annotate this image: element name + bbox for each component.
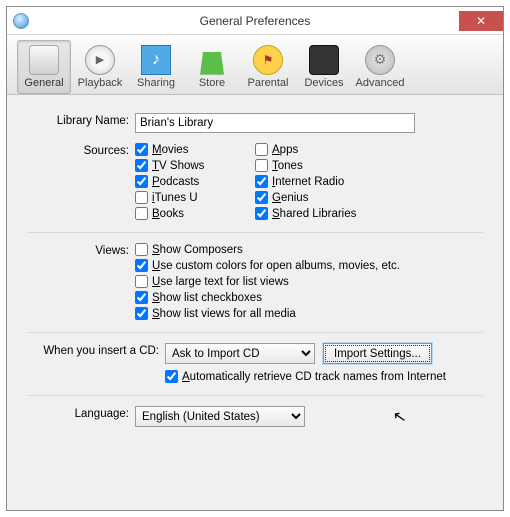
pref-tabs: General Playback Sharing Store Parental …	[7, 35, 503, 95]
tab-label: Playback	[78, 77, 123, 89]
view-show-composers[interactable]: Show Composers	[135, 243, 483, 256]
tab-sharing[interactable]: Sharing	[129, 40, 183, 94]
titlebar: General Preferences ✕	[7, 7, 503, 35]
separator	[27, 232, 483, 233]
view-large-text[interactable]: Use large text for list views	[135, 275, 483, 288]
source-genius[interactable]: Genius	[255, 191, 405, 204]
tab-advanced[interactable]: Advanced	[353, 40, 407, 94]
preferences-window: General Preferences ✕ General Playback S…	[6, 6, 504, 511]
sharing-icon	[141, 45, 171, 75]
tab-label: Parental	[248, 77, 289, 89]
separator	[27, 395, 483, 396]
source-tones[interactable]: Tones	[255, 159, 405, 172]
separator	[27, 332, 483, 333]
language-label: Language:	[27, 406, 135, 420]
tab-label: Store	[199, 77, 225, 89]
source-shared-libraries[interactable]: Shared Libraries	[255, 207, 405, 220]
tab-label: Devices	[304, 77, 343, 89]
tab-devices[interactable]: Devices	[297, 40, 351, 94]
general-icon	[29, 45, 59, 75]
store-icon	[197, 45, 227, 75]
close-button[interactable]: ✕	[459, 11, 503, 31]
source-apps[interactable]: Apps	[255, 143, 405, 156]
library-name-label: Library Name:	[27, 113, 135, 127]
view-custom-colors[interactable]: Use custom colors for open albums, movie…	[135, 259, 483, 272]
when-cd-label: When you insert a CD:	[27, 343, 165, 357]
source-movies[interactable]: Movies	[135, 143, 255, 156]
app-icon	[13, 13, 29, 29]
parental-icon	[253, 45, 283, 75]
source-podcasts[interactable]: Podcasts	[135, 175, 255, 188]
source-books[interactable]: Books	[135, 207, 255, 220]
import-settings-button[interactable]: Import Settings...	[323, 343, 432, 364]
tab-label: Sharing	[137, 77, 175, 89]
language-select[interactable]: English (United States)	[135, 406, 305, 427]
view-show-list-views[interactable]: Show list views for all media	[135, 307, 483, 320]
source-internet-radio[interactable]: Internet Radio	[255, 175, 405, 188]
source-tvshows[interactable]: TV Shows	[135, 159, 255, 172]
playback-icon	[85, 45, 115, 75]
window-title: General Preferences	[7, 14, 503, 28]
tab-label: General	[24, 77, 63, 89]
tab-store[interactable]: Store	[185, 40, 239, 94]
devices-icon	[309, 45, 339, 75]
advanced-icon	[365, 45, 395, 75]
library-name-input[interactable]	[135, 113, 415, 133]
tab-label: Advanced	[356, 77, 405, 89]
content-pane: Library Name: Sources: Movies Apps TV Sh…	[7, 95, 503, 510]
tab-playback[interactable]: Playback	[73, 40, 127, 94]
auto-retrieve-checkbox[interactable]: Automatically retrieve CD track names fr…	[165, 370, 483, 383]
views-label: Views:	[27, 243, 135, 257]
tab-parental[interactable]: Parental	[241, 40, 295, 94]
view-show-checkboxes[interactable]: Show list checkboxes	[135, 291, 483, 304]
source-itunesu[interactable]: iTunes U	[135, 191, 255, 204]
cd-action-select[interactable]: Ask to Import CD	[165, 343, 315, 364]
tab-general[interactable]: General	[17, 40, 71, 94]
sources-label: Sources:	[27, 143, 135, 157]
